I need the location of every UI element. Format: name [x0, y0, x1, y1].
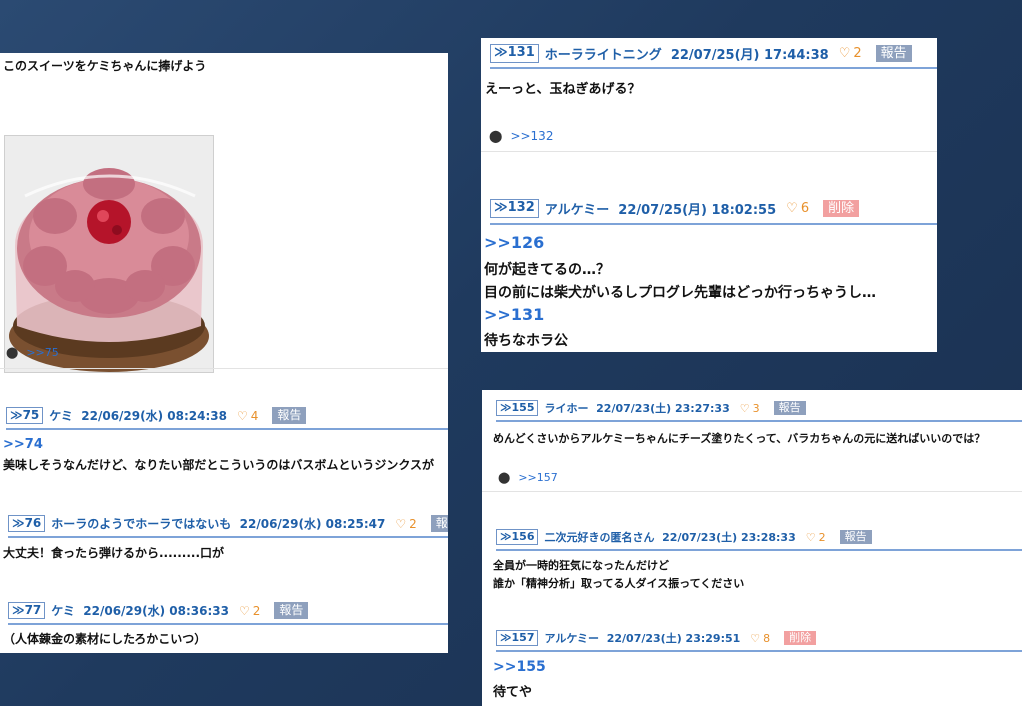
reply-link[interactable]: >>157: [518, 471, 557, 484]
report-button[interactable]: 報告: [274, 602, 309, 619]
reply-icon: ⬤: [6, 346, 19, 359]
reply-link-row[interactable]: ⬤ >>157: [498, 471, 558, 484]
post-header: ≫77 ケミ 22/06/29(水) 08:36:33 ♡ 2 報告: [8, 602, 448, 625]
post-number-badge[interactable]: ≫132: [490, 199, 539, 218]
like-count: 8: [763, 631, 771, 645]
post-number-badge[interactable]: ≫75: [6, 407, 44, 424]
heart-icon[interactable]: ♡: [806, 531, 816, 544]
post-header: ≫156 二次元好きの匿名さん 22/07/23(土) 23:28:33 ♡ 2 …: [496, 529, 1022, 551]
poster-name: ケミ: [51, 604, 75, 618]
post-date: 22/07/23(土) 23:29:51: [606, 632, 741, 645]
post-header: ≫131 ホーラライトニング 22/07/25(月) 17:44:38 ♡ 2 報…: [490, 44, 937, 69]
post-date: 22/07/25(月) 17:44:38: [670, 48, 829, 63]
post-date: 22/06/29(水) 08:25:47: [239, 517, 386, 531]
heart-icon[interactable]: ♡: [786, 201, 798, 216]
post-text-line: 目の前には柴犬がいるしプログレ先輩はどっか行っちゃうし…: [484, 285, 876, 301]
post-number-badge[interactable]: ≫155: [496, 400, 539, 416]
reply-icon: ⬤: [489, 129, 503, 143]
post-number-badge[interactable]: ≫76: [8, 515, 46, 532]
poster-name: ホーラライトニング: [544, 48, 662, 63]
poster-name: 二次元好きの匿名さん: [544, 531, 655, 544]
poster-name: ライホー: [544, 402, 589, 415]
reply-link-row[interactable]: ⬤ >>75: [6, 346, 59, 359]
like-count: 3: [752, 401, 760, 415]
top-right-thread-panel: ≫131 ホーラライトニング 22/07/25(月) 17:44:38 ♡ 2 報…: [481, 38, 937, 352]
post-text: めんどくさいからアルケミーちゃんにチーズ塗りたくって、バラカちゃんの元に送ればい…: [493, 432, 986, 445]
reply-link[interactable]: >>75: [26, 346, 58, 359]
report-button[interactable]: 報告: [272, 407, 307, 424]
post-text-line: 全員が一時的狂気になったんだけど: [493, 559, 669, 572]
post-number-badge[interactable]: ≫156: [496, 529, 539, 545]
post-date: 22/07/23(土) 23:27:33: [596, 402, 730, 415]
like-count: 4: [250, 408, 259, 423]
reply-link-row[interactable]: ⬤ >>132: [489, 129, 553, 143]
post-anchor[interactable]: >>155: [493, 659, 1022, 675]
post-anchor[interactable]: >>74: [3, 437, 448, 452]
cake-illustration: [5, 136, 213, 372]
post-header: ≫155 ライホー 22/07/23(土) 23:27:33 ♡ 3 報告: [496, 400, 1022, 422]
post-date: 22/07/25(月) 18:02:55: [618, 203, 777, 218]
cake-image[interactable]: [4, 135, 214, 373]
heart-icon[interactable]: ♡: [750, 632, 760, 645]
post-text: （人体錬金の素材にしたろかこいつ）: [3, 632, 207, 646]
post-number-badge[interactable]: ≫77: [8, 602, 46, 619]
heart-icon[interactable]: ♡: [237, 409, 248, 423]
heart-icon[interactable]: ♡: [239, 604, 250, 618]
left-thread-panel: このスイーツをケミちゃんに捧げよう ⬤ >>75 ≫75 ケミ 22/06/29…: [0, 53, 448, 653]
heart-icon[interactable]: ♡: [395, 517, 406, 531]
bottom-right-thread-panel: ≫155 ライホー 22/07/23(土) 23:27:33 ♡ 3 報告 めんど…: [482, 390, 1022, 706]
report-button[interactable]: 報告: [839, 529, 872, 545]
post-text-line: 何が起きてるの…？: [484, 262, 610, 278]
post-header: ≫132 アルケミー 22/07/25(月) 18:02:55 ♡ 6 削除: [490, 199, 937, 225]
delete-button[interactable]: 削除: [823, 199, 860, 218]
like-count: 6: [800, 201, 810, 216]
post-header: ≫76 ホーラのようでホーラではないも 22/06/29(水) 08:25:47…: [8, 515, 448, 538]
poster-name: ホーラのようでホーラではないも: [51, 517, 232, 531]
report-button[interactable]: 報告: [875, 44, 912, 63]
like-count: 2: [818, 530, 826, 544]
post-text-line: 誰か「精神分析」取ってる人ダイス振ってください: [493, 577, 745, 590]
post-header: ≫157 アルケミー 22/07/23(土) 23:29:51 ♡ 8 削除: [496, 630, 1022, 652]
report-button[interactable]: 報告: [773, 400, 806, 416]
reply-icon: ⬤: [498, 471, 511, 484]
post-anchor[interactable]: >>126: [484, 233, 937, 252]
post-date: 22/07/23(土) 23:28:33: [662, 531, 796, 544]
like-count: 2: [409, 516, 417, 531]
post-date: 22/06/29(水) 08:24:38: [81, 409, 227, 423]
like-count: 2: [853, 46, 862, 61]
delete-button[interactable]: 削除: [784, 630, 817, 646]
post-text: えーっと、玉ねぎあげる？: [485, 82, 641, 97]
report-button[interactable]: 報告: [430, 515, 448, 532]
post-anchor[interactable]: >>131: [484, 305, 937, 324]
poster-name: アルケミー: [544, 632, 600, 645]
post-header: ≫75 ケミ 22/06/29(水) 08:24:38 ♡ 4 報告: [6, 407, 448, 430]
like-count: 2: [252, 603, 261, 618]
post-number-badge[interactable]: ≫157: [496, 630, 539, 646]
post-number-badge[interactable]: ≫131: [490, 44, 539, 63]
post-date: 22/06/29(水) 08:36:33: [83, 604, 229, 618]
poster-name: ケミ: [49, 409, 73, 423]
reply-link[interactable]: >>132: [510, 129, 553, 143]
heart-icon[interactable]: ♡: [839, 46, 851, 61]
post-text: 大丈夫！食ったら弾けるから.........口が: [3, 546, 225, 560]
poster-name: アルケミー: [544, 203, 610, 218]
post-text: 美味しそうなんだけど、なりたい部だとこういうのはバスボムというジンクスが: [3, 458, 435, 472]
intro-text: このスイーツをケミちゃんに捧げよう: [3, 59, 207, 73]
post-text: 待てや: [493, 685, 533, 700]
heart-icon[interactable]: ♡: [740, 402, 750, 415]
post-text-line: 待ちなホラ公: [484, 333, 568, 349]
